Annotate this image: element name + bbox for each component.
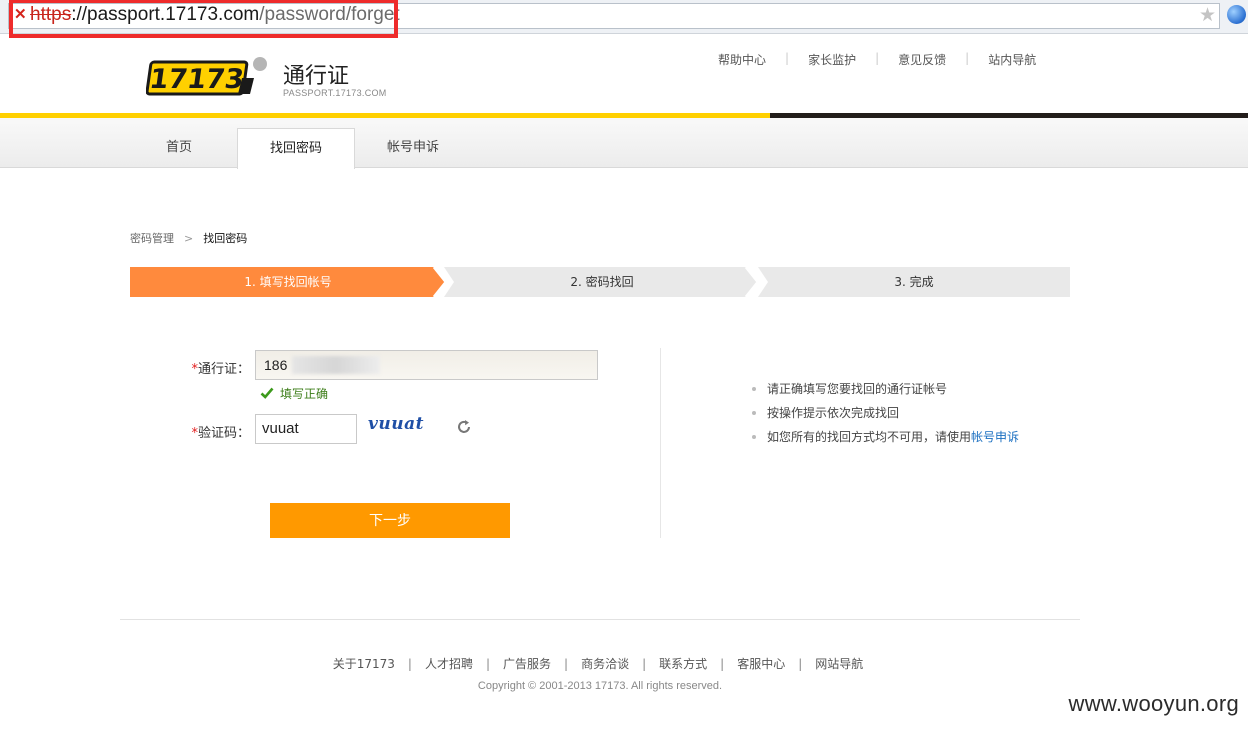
tip-item: 如您所有的找回方式均不可用，请使用帐号申诉 [752, 429, 1019, 453]
tip-item: 按操作提示依次完成找回 [752, 405, 1019, 429]
site-header: 17173 通行证 PASSPORT.17173.COM 帮助中心 | 家长监护… [0, 34, 1248, 118]
footer-separator: | [485, 657, 491, 671]
footer-links: 关于17173 | 人才招聘 | 广告服务 | 商务洽谈 | 联系方式 | 客服中心 | 网站导航 [0, 655, 1196, 672]
account-appeal-link[interactable]: 帐号申诉 [971, 430, 1019, 444]
footer-link-sitemap[interactable]: 网站导航 [815, 657, 863, 671]
bullet-icon [752, 435, 756, 439]
bullet-icon [752, 387, 756, 391]
tips-list: 请正确填写您要找回的通行证帐号 按操作提示依次完成找回 如您所有的找回方式均不可… [752, 381, 1019, 453]
bullet-icon [752, 411, 756, 415]
footer-separator: | [642, 657, 647, 671]
tip-text: 按操作提示依次完成找回 [767, 406, 900, 420]
captcha-image[interactable]: vuuat [368, 414, 424, 434]
footer-link-business[interactable]: 商务洽谈 [581, 657, 629, 671]
footer-link-ads[interactable]: 广告服务 [503, 657, 551, 671]
watermark: www.wooyun.org [1068, 691, 1239, 716]
account-label: *通行证： [170, 358, 250, 377]
refresh-icon[interactable] [456, 419, 472, 435]
breadcrumb-current: 找回密码 [203, 232, 248, 245]
footer-separator: | [407, 657, 412, 671]
browser-address-bar: ✕ https://passport.17173.com/password/fo… [0, 0, 1248, 38]
url-highlight-box [9, 0, 398, 38]
footer-link-about[interactable]: 关于17173 [333, 657, 395, 671]
footer-link-jobs[interactable]: 人才招聘 [425, 657, 473, 671]
footer-separator: | [798, 657, 803, 671]
top-links: 帮助中心 | 家长监护 | 意见反馈 | 站内导航 [718, 51, 1036, 68]
logo-17173-icon[interactable]: 17173 [146, 56, 270, 98]
vertical-divider [660, 348, 661, 538]
top-link-feedback[interactable]: 意见反馈 [898, 51, 946, 68]
captcha-input[interactable]: vuuat [255, 414, 357, 444]
site-subtitle: PASSPORT.17173.COM [283, 88, 387, 98]
captcha-label: *验证码： [170, 422, 250, 441]
divider: | [785, 51, 790, 65]
globe-icon[interactable] [1227, 5, 1246, 24]
check-icon [260, 387, 274, 399]
tab-account-appeal[interactable]: 帐号申诉 [358, 118, 468, 168]
account-label-text: 通行证： [197, 362, 250, 377]
footer-divider [120, 619, 1080, 620]
step-2-label: 2. 密码找回 [570, 275, 634, 289]
divider: | [875, 51, 880, 65]
step-3-label: 3. 完成 [894, 275, 934, 289]
footer-separator: | [720, 657, 725, 671]
breadcrumb: 密码管理 > 找回密码 [130, 230, 247, 246]
breadcrumb-parent[interactable]: 密码管理 [130, 232, 174, 245]
site-title: 通行证 [283, 64, 350, 89]
divider: | [965, 51, 970, 65]
footer-link-contact[interactable]: 联系方式 [659, 657, 707, 671]
top-link-help[interactable]: 帮助中心 [718, 51, 766, 68]
top-link-parental[interactable]: 家长监护 [808, 51, 856, 68]
top-link-sitemap[interactable]: 站内导航 [988, 51, 1036, 68]
redacted-blur [292, 356, 380, 374]
progress-steps: 1. 填写找回帐号 2. 密码找回 3. 完成 [130, 267, 1070, 297]
tip-text: 请正确填写您要找回的通行证帐号 [767, 382, 948, 396]
account-valid-message: 填写正确 [260, 385, 328, 402]
step-1-label: 1. 填写找回帐号 [244, 275, 332, 289]
breadcrumb-arrow: > [184, 232, 194, 245]
footer-separator: | [564, 657, 569, 671]
tab-recover-password[interactable]: 找回密码 [237, 128, 355, 169]
tip-text: 如您所有的找回方式均不可用，请使用 [767, 430, 972, 444]
captcha-label-text: 验证码： [197, 426, 250, 441]
bookmark-star-icon[interactable]: ★ [1199, 4, 1216, 26]
copyright: Copyright © 2001-2013 17173. All rights … [477, 680, 723, 692]
logo-text: 17173 [148, 64, 246, 95]
tip-item: 请正确填写您要找回的通行证帐号 [752, 381, 1019, 405]
tab-home[interactable]: 首页 [124, 118, 234, 168]
account-valid-text: 填写正确 [280, 387, 329, 401]
next-step-button[interactable]: 下一步 [270, 503, 510, 538]
footer-link-support[interactable]: 客服中心 [737, 657, 785, 671]
main-nav: 首页 找回密码 帐号申诉 [0, 118, 1248, 169]
